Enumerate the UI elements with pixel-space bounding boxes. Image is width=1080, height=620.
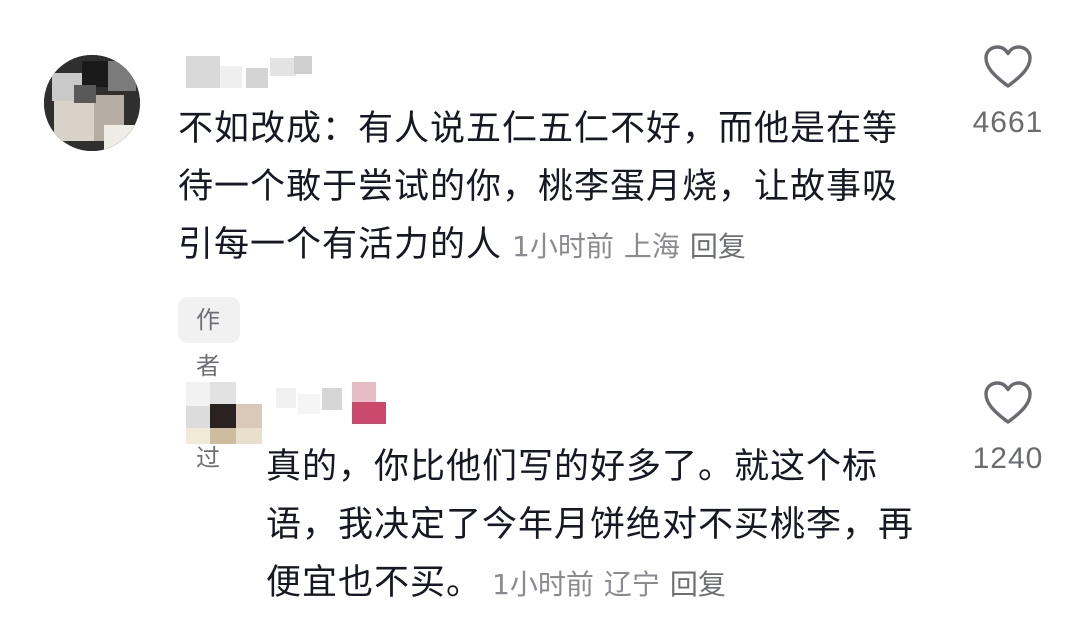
author-liked-badge: 作者赞过 (178, 297, 240, 472)
avatar[interactable] (44, 55, 140, 151)
comment-text: 真的，你比他们写的好多了。就这个标语，我决定了今年月饼绝对不买桃李，再便宜也不买… (266, 438, 926, 614)
comment-time: 1小时前 (492, 568, 594, 601)
reply-button[interactable]: 回复 (670, 568, 726, 601)
comment-text: 不如改成：有人说五仁五仁不好，而他是在等待一个敢于尝试的你，桃李蛋月烧，让故事吸… (178, 100, 918, 276)
avatar[interactable] (186, 382, 264, 444)
heart-outline-icon[interactable] (983, 380, 1033, 426)
reply-button[interactable]: 回复 (690, 230, 746, 263)
like-count: 1240 (972, 442, 1044, 475)
comment-location: 上海 (623, 230, 680, 263)
comment-time: 1小时前 (512, 230, 614, 263)
comment-meta: 1小时前 辽宁 回复 (492, 568, 736, 601)
username-blurred[interactable] (276, 382, 396, 428)
heart-outline-icon[interactable] (983, 44, 1033, 90)
comment-location: 辽宁 (603, 568, 660, 601)
like-control[interactable]: 4661 (948, 44, 1068, 140)
comment-meta: 1小时前 上海 回复 (512, 230, 756, 263)
like-count: 4661 (972, 106, 1044, 139)
like-control[interactable]: 1240 (948, 380, 1068, 476)
username-blurred[interactable] (186, 52, 316, 88)
